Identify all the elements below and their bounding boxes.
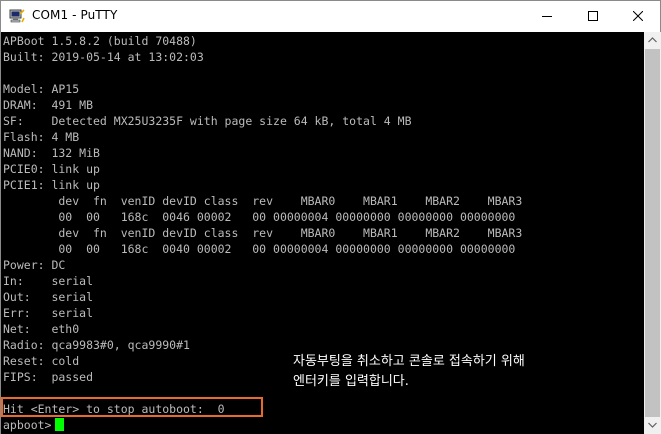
terminal-line: PCIE1: link up [3, 178, 100, 192]
terminal-line: Radio: qca9983#0, qca9990#1 [3, 338, 190, 352]
maximize-button[interactable] [570, 1, 616, 32]
terminal-line: Out: serial [3, 290, 94, 304]
command-prompt-line[interactable]: apboot> [3, 417, 65, 433]
annotation-line: 자동부팅을 취소하고 콘솔로 접속하기 위해 [293, 354, 525, 369]
maximize-icon [588, 11, 598, 21]
terminal-line: In: serial [3, 274, 94, 288]
window-title: COM1 - PuTTY [32, 8, 118, 22]
terminal-line: dev fn venID devID class rev MBAR0 MBAR1… [3, 194, 523, 208]
terminal-line: 00 00 168c 0040 00002 00 00000004 000000… [3, 242, 516, 256]
terminal-line: dev fn venID devID class rev MBAR0 MBAR1… [3, 226, 523, 240]
putty-window: COM1 - PuTTY APBoot 1.5.8.2 (build 70488… [0, 0, 661, 434]
terminal-line: DRAM: 491 MB [3, 98, 94, 112]
terminal-line: Err: serial [3, 306, 94, 320]
text-cursor [55, 418, 65, 431]
putty-computer-icon[interactable] [9, 8, 25, 24]
terminal-line: Net: eth0 [3, 322, 80, 336]
scroll-down-arrow-icon [648, 422, 657, 428]
autoboot-highlight-box [1, 397, 263, 417]
scroll-up-arrow-icon [648, 37, 657, 43]
terminal-line: 00 00 168c 0046 00002 00 00000004 000000… [3, 210, 516, 224]
scroll-down-button[interactable] [644, 417, 661, 434]
terminal-line: NAND: 132 MiB [3, 146, 100, 160]
terminal-line: Power: DC [3, 258, 66, 272]
title-bar[interactable]: COM1 - PuTTY [1, 1, 660, 32]
command-prompt: apboot> [3, 418, 52, 432]
close-button[interactable] [615, 1, 661, 32]
close-icon [633, 11, 643, 21]
terminal-console[interactable]: APBoot 1.5.8.2 (build 70488) Built: 2019… [1, 32, 644, 434]
terminal-line: Model: AP15 [3, 82, 80, 96]
minimize-icon [542, 16, 552, 17]
terminal-line: Built: 2019-05-14 at 13:02:03 [3, 50, 204, 64]
terminal-line: FIPS: passed [3, 370, 94, 384]
annotation-line: 엔터키를 입력합니다. [293, 374, 409, 389]
terminal-line: APBoot 1.5.8.2 (build 70488) [3, 34, 197, 48]
vertical-scrollbar[interactable] [644, 32, 661, 434]
scrollbar-thumb[interactable] [645, 49, 660, 417]
scroll-up-button[interactable] [644, 32, 661, 49]
terminal-line: Flash: 4 MB [3, 130, 80, 144]
terminal-line: PCIE0: link up [3, 162, 100, 176]
terminal-line: Reset: cold [3, 354, 80, 368]
annotation-note: 자동부팅을 취소하고 콘솔로 접속하기 위해 엔터키를 입력합니다. [293, 352, 603, 392]
minimize-button[interactable] [524, 1, 570, 32]
terminal-line: SF: Detected MX25U3235F with page size 6… [3, 114, 412, 128]
